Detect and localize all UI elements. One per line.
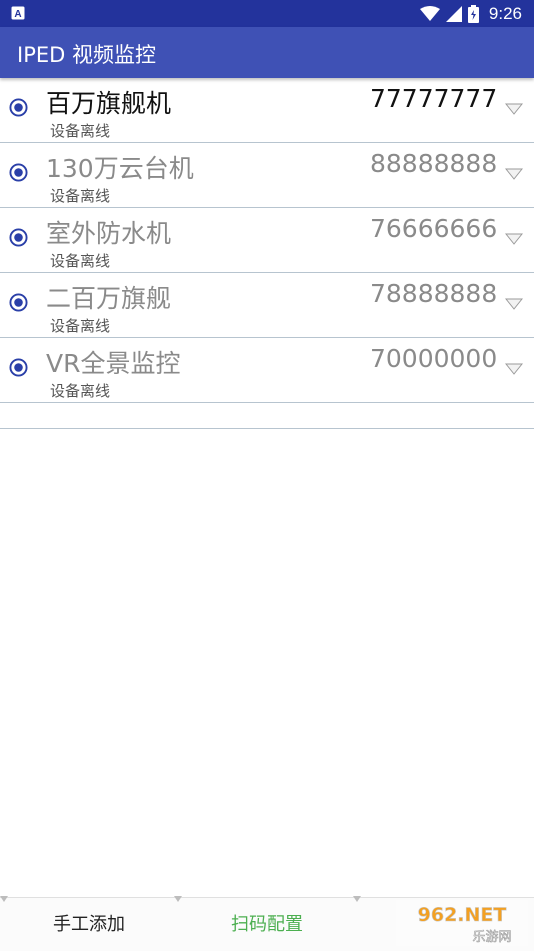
device-status: 设备离线 — [50, 317, 111, 335]
empty-list-row — [0, 402, 534, 429]
chevron-down-icon[interactable] — [505, 298, 523, 310]
device-status: 设备离线 — [50, 252, 111, 270]
device-status: 设备离线 — [50, 122, 111, 140]
device-name: 室外防水机 — [46, 219, 172, 248]
app-title: IPED 视频监控 — [17, 43, 156, 67]
chevron-down-icon[interactable] — [505, 363, 523, 375]
radio-selected-icon[interactable] — [9, 358, 28, 377]
watermark-line1: 962.NET — [418, 904, 507, 926]
device-row[interactable]: 室外防水机 76666666 设备离线 — [0, 208, 534, 273]
device-status: 设备离线 — [50, 382, 111, 400]
device-list: 百万旗舰机 77777777 设备离线 130万云台机 88888888 设备离… — [0, 78, 534, 403]
device-name: 130万云台机 — [46, 154, 194, 183]
radio-selected-icon[interactable] — [9, 98, 28, 117]
device-number: 70000000 — [370, 344, 498, 373]
device-name: 百万旗舰机 — [46, 89, 172, 118]
watermark-line2: 乐游网 — [472, 930, 511, 945]
watermark-logo: 962.NET 乐游网 — [396, 900, 528, 946]
device-row[interactable]: 130万云台机 88888888 设备离线 — [0, 143, 534, 208]
device-status: 设备离线 — [50, 187, 111, 205]
radio-selected-icon[interactable] — [9, 293, 28, 312]
battery-icon — [467, 4, 479, 23]
device-row[interactable]: 百万旗舰机 77777777 设备离线 — [0, 78, 534, 143]
device-row[interactable]: 二百万旗舰 78888888 设备离线 — [0, 273, 534, 338]
signal-icon — [445, 5, 462, 22]
tab-manual-add[interactable]: 手工添加 — [0, 898, 178, 951]
svg-text:A: A — [14, 9, 21, 20]
device-number: 76666666 — [370, 214, 498, 243]
device-number: 78888888 — [370, 279, 498, 308]
status-time: 9:26 — [488, 3, 522, 23]
device-name: 二百万旗舰 — [46, 284, 172, 313]
device-number: 88888888 — [370, 149, 498, 178]
device-row[interactable]: VR全景监控 70000000 设备离线 — [0, 338, 534, 403]
a-icon: A — [11, 6, 25, 20]
radio-selected-icon[interactable] — [9, 228, 28, 247]
wifi-icon — [419, 5, 440, 21]
chevron-down-icon[interactable] — [505, 233, 523, 245]
device-name: VR全景监控 — [46, 349, 181, 378]
chevron-down-icon[interactable] — [505, 103, 523, 115]
app-bar: IPED 视频监控 — [0, 27, 534, 78]
radio-selected-icon[interactable] — [9, 163, 28, 182]
device-number: 77777777 — [370, 84, 498, 113]
chevron-down-icon[interactable] — [505, 168, 523, 180]
status-bar: A 9:26 — [0, 0, 534, 27]
tab-scan-config[interactable]: 扫码配置 — [178, 898, 356, 951]
